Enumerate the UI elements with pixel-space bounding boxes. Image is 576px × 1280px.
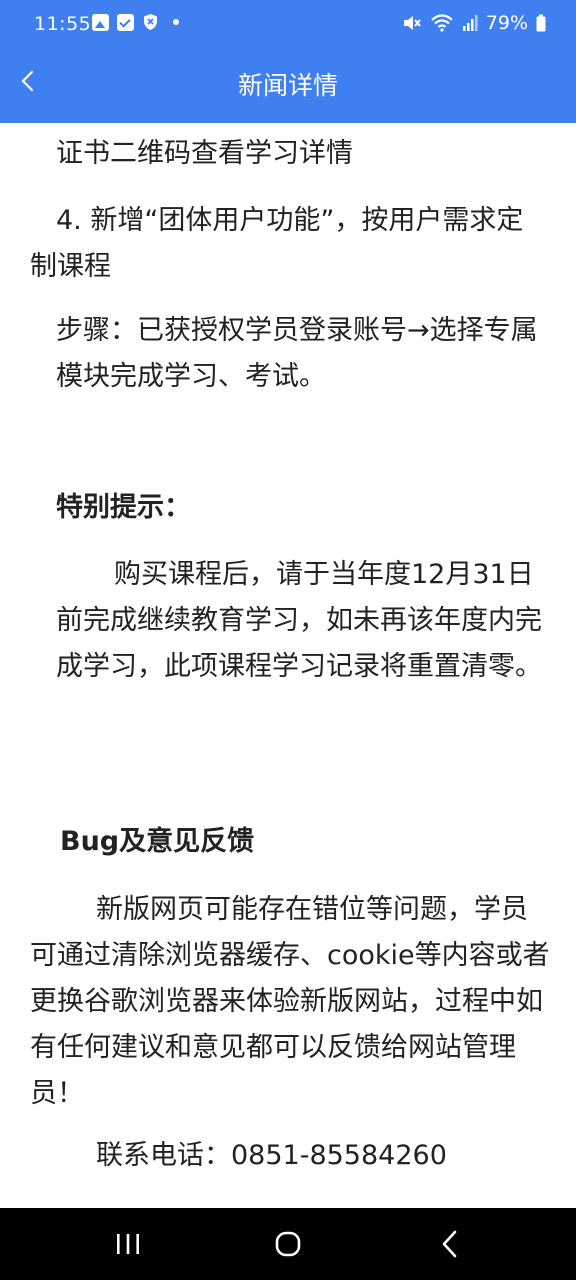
- dot-icon: [173, 19, 179, 25]
- tip-body: 购买课程后，请于当年度12月31日前完成继续教育学习，如未再该年度内完成学习，此…: [56, 559, 542, 682]
- article-paragraph-3: 步骤：已获授权学员登录账号→选择专属模块完成学习、考试。: [56, 315, 538, 392]
- home-button[interactable]: [268, 1226, 308, 1262]
- mute-icon: [403, 16, 421, 30]
- app-bar: 新闻详情: [0, 50, 576, 123]
- system-back-button[interactable]: [430, 1226, 470, 1262]
- battery-icon: [536, 14, 546, 32]
- signal-icon: [462, 15, 478, 31]
- shield-icon: [144, 14, 157, 30]
- article-content: 证书二维码查看学习详情 4. 新增“团体用户功能”，按用户需求定制课程 步骤：已…: [0, 123, 576, 1208]
- wifi-icon: [430, 14, 453, 32]
- status-notification-icons: [92, 13, 179, 31]
- image-icon: [92, 13, 109, 31]
- recent-apps-button[interactable]: [108, 1226, 148, 1262]
- status-bar: 11:55 79%: [0, 0, 576, 50]
- bug-heading: Bug及意见反馈: [60, 826, 255, 857]
- page-title: 新闻详情: [237, 71, 338, 100]
- check-icon: [117, 13, 134, 31]
- home-icon: [275, 1231, 301, 1257]
- navigation-bar: [0, 1208, 576, 1280]
- back-icon: [442, 1230, 457, 1258]
- tip-heading: 特别提示：: [56, 492, 191, 523]
- contact-phone: 联系电话：0851-85584260: [96, 1140, 447, 1171]
- recent-apps-icon: [117, 1234, 139, 1254]
- bug-body: 新版网页可能存在错位等问题，学员可通过清除浏览器缓存、cookie等内容或者更换…: [30, 894, 550, 1109]
- article-paragraph-2: 4. 新增“团体用户功能”，按用户需求定制课程: [30, 205, 524, 282]
- article-paragraph-1: 证书二维码查看学习详情: [56, 138, 353, 169]
- status-system-icons: 79%: [402, 12, 546, 34]
- status-time: 11:55: [34, 13, 92, 35]
- battery-percent: 79%: [485, 12, 528, 34]
